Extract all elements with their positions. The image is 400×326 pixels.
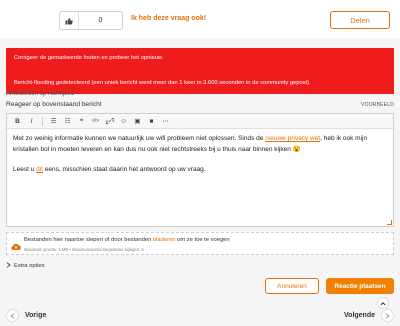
upload-limits: Maximale grootte: 5 MB • Maximumaantal t… [24, 247, 144, 252]
like-count: 0 [98, 17, 103, 24]
text-span: eens, misschien staat daarin het antwoor… [43, 166, 206, 173]
privacy-law-link[interactable]: nieuwe privacy wet [265, 135, 320, 142]
preview-link[interactable]: VOORBEELD [361, 102, 394, 108]
this-link[interactable]: dit [36, 166, 43, 173]
editor-content[interactable]: Met zo weinig informatie kunnen we natuu… [7, 129, 393, 181]
chevron-up-icon [380, 301, 386, 305]
share-button[interactable]: Delen [330, 11, 390, 29]
toolbar-divider [42, 116, 43, 126]
thumbs-up-icon [60, 12, 79, 29]
italic-button[interactable]: I [25, 115, 38, 128]
next-page-link[interactable]: Volgende [344, 309, 394, 322]
reply-title: Reageer op bovenstaand bericht [6, 101, 102, 108]
image-button[interactable]: ▣ [131, 115, 144, 128]
cloud-upload-icon [11, 238, 21, 256]
text-span: Bestanden hier naartoe slepen of door be… [24, 237, 153, 243]
me-too-link[interactable]: Ik heb deze vraag ook! [131, 15, 206, 22]
link-icon [105, 118, 114, 124]
browse-link[interactable]: bladeren [153, 237, 176, 243]
next-label: Volgende [344, 312, 375, 319]
extra-options-toggle[interactable]: Extra opties [6, 262, 45, 270]
chevron-right-icon [381, 309, 394, 322]
reply-editor: B I ☰ ☷ ❝ </> ☺ ▣ ■ ⋯ Met zo weinig info… [6, 113, 394, 227]
editor-paragraph: Leest u dit eens, misschien staat daarin… [13, 165, 387, 176]
quote-button[interactable]: ❝ [75, 115, 88, 128]
text-span: Met zo weinig informatie kunnen we natuu… [13, 135, 266, 142]
editor-paragraph: Met zo weinig informatie kunnen we natuu… [13, 134, 387, 155]
more-options-button[interactable]: ⋯ [159, 115, 172, 128]
bulleted-list-button[interactable]: ☰ [47, 115, 60, 128]
question-actions-bar: 0 Ik heb deze vraag ook! Delen [0, 0, 400, 38]
video-button[interactable]: ■ [145, 115, 158, 128]
link-button[interactable] [103, 115, 116, 128]
code-button[interactable]: </> [89, 115, 102, 128]
attachment-dropzone[interactable]: Bestanden hier naartoe slepen of door be… [6, 232, 394, 255]
previous-page-link[interactable]: Vorige [6, 309, 46, 322]
chevron-right-icon [6, 262, 11, 270]
like-button[interactable]: 0 [59, 11, 123, 30]
extra-options-label: Extra opties [14, 263, 45, 269]
surprised-emoji-icon: 😮 [292, 145, 301, 153]
bold-button[interactable]: B [11, 115, 24, 128]
scroll-to-top-button[interactable] [377, 297, 389, 309]
reply-to-label: Antwoorden op Harmpie1 [6, 91, 75, 97]
error-message: Corrigeer de gemarkeerde fouten en probe… [6, 48, 394, 78]
numbered-list-button[interactable]: ☷ [61, 115, 74, 128]
text-span: om ze toe te voegen [175, 237, 230, 243]
dropzone-text: Bestanden hier naartoe slepen of door be… [24, 237, 230, 243]
chevron-left-icon [6, 309, 19, 322]
cancel-button[interactable]: Annuleren [265, 278, 319, 294]
text-span: Leest u [13, 166, 37, 173]
resize-handle[interactable] [387, 220, 392, 225]
emoji-button[interactable]: ☺ [117, 115, 130, 128]
previous-label: Vorige [25, 312, 47, 319]
editor-toolbar: B I ☰ ☷ ❝ </> ☺ ▣ ■ ⋯ [7, 114, 393, 129]
submit-reply-button[interactable]: Reactie plaatsen [326, 278, 394, 294]
